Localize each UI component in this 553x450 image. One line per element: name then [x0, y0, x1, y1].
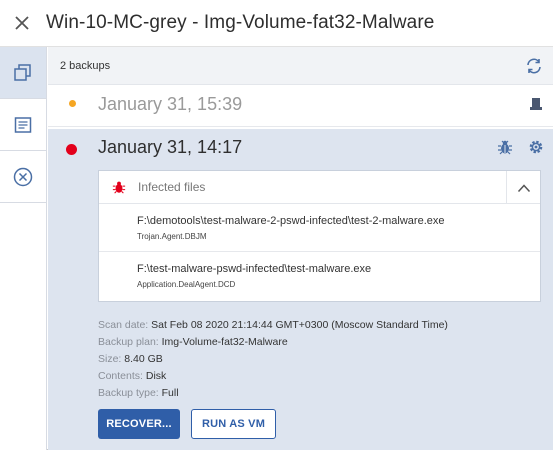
infected-files-panel: Infected files F:\demotools\test-malware…	[98, 170, 541, 302]
close-icon[interactable]	[12, 13, 32, 33]
backup-date: January 31, 15:39	[98, 94, 243, 114]
backup-count: 2 backups	[60, 59, 111, 72]
infected-file-row: F:\test-malware-pswd-infected\test-malwa…	[99, 252, 540, 300]
backup-type-value: Full	[161, 387, 179, 399]
bug-icon[interactable]	[497, 139, 513, 155]
backup-type-label: Backup type:	[98, 387, 159, 399]
collapse-button[interactable]	[506, 171, 540, 204]
list-icon	[14, 116, 32, 133]
drive-icon	[530, 98, 542, 110]
backup-details: Scan date: Sat Feb 08 2020 21:14:44 GMT+…	[98, 317, 448, 402]
threat-name: Application.DealAgent.DCD	[137, 280, 236, 289]
backup-list-toolbar: 2 backups	[48, 47, 553, 85]
infected-files-header: Infected files	[99, 171, 540, 204]
delete-circle-icon	[13, 167, 33, 186]
infected-files-label: Infected files	[138, 180, 206, 194]
sidebar	[0, 47, 47, 450]
backup-plan-row: Backup plan: Img-Volume-fat32-Malware	[98, 334, 448, 351]
file-path: F:\demotools\test-malware-2-pswd-infecte…	[137, 215, 445, 227]
recover-button[interactable]: RECOVER...	[98, 409, 180, 439]
threat-name: Trojan.Agent.DBJM	[137, 232, 207, 241]
bug-icon	[112, 181, 126, 194]
backup-type-row: Backup type: Full	[98, 385, 448, 402]
chevron-up-icon	[517, 183, 530, 192]
page-title: Win-10-MC-grey - Img-Volume-fat32-Malwar…	[46, 12, 435, 33]
status-dot	[69, 100, 76, 107]
backup-list-panel: 2 backups January 31, 15:39 January 31, …	[48, 47, 553, 450]
backup-plan-value: Img-Volume-fat32-Malware	[161, 336, 288, 348]
size-row: Size: 8.40 GB	[98, 351, 448, 368]
contents-value: Disk	[145, 370, 167, 382]
scan-date-label: Scan date:	[98, 319, 149, 331]
sidebar-item-backups[interactable]	[0, 47, 46, 99]
size-value: 8.40 GB	[124, 353, 163, 365]
file-path: F:\test-malware-pswd-infected\test-malwa…	[137, 263, 372, 275]
backup-plan-label: Backup plan:	[98, 336, 159, 348]
run-as-vm-button[interactable]: RUN AS VM	[191, 409, 276, 439]
scan-date-value: Sat Feb 08 2020 21:14:44 GMT+0300 (Mosco…	[151, 319, 448, 331]
refresh-icon[interactable]	[525, 57, 543, 75]
header: Win-10-MC-grey - Img-Volume-fat32-Malwar…	[0, 0, 553, 47]
scan-date-row: Scan date: Sat Feb 08 2020 21:14:44 GMT+…	[98, 317, 448, 334]
status-dot	[66, 144, 77, 155]
contents-row: Contents: Disk	[98, 368, 448, 385]
backup-date: January 31, 14:17	[98, 137, 243, 157]
gear-icon[interactable]	[527, 138, 545, 156]
contents-label: Contents:	[98, 370, 143, 382]
copy-icon	[14, 63, 31, 81]
backup-item[interactable]: January 31, 15:39	[48, 85, 553, 127]
size-label: Size:	[98, 353, 122, 365]
sidebar-item-activities[interactable]	[0, 99, 46, 151]
infected-file-row: F:\demotools\test-malware-2-pswd-infecte…	[99, 204, 540, 252]
backup-item-selected[interactable]: January 31, 14:17 Infected files F:\demo…	[48, 129, 553, 450]
sidebar-item-delete[interactable]	[0, 151, 46, 203]
